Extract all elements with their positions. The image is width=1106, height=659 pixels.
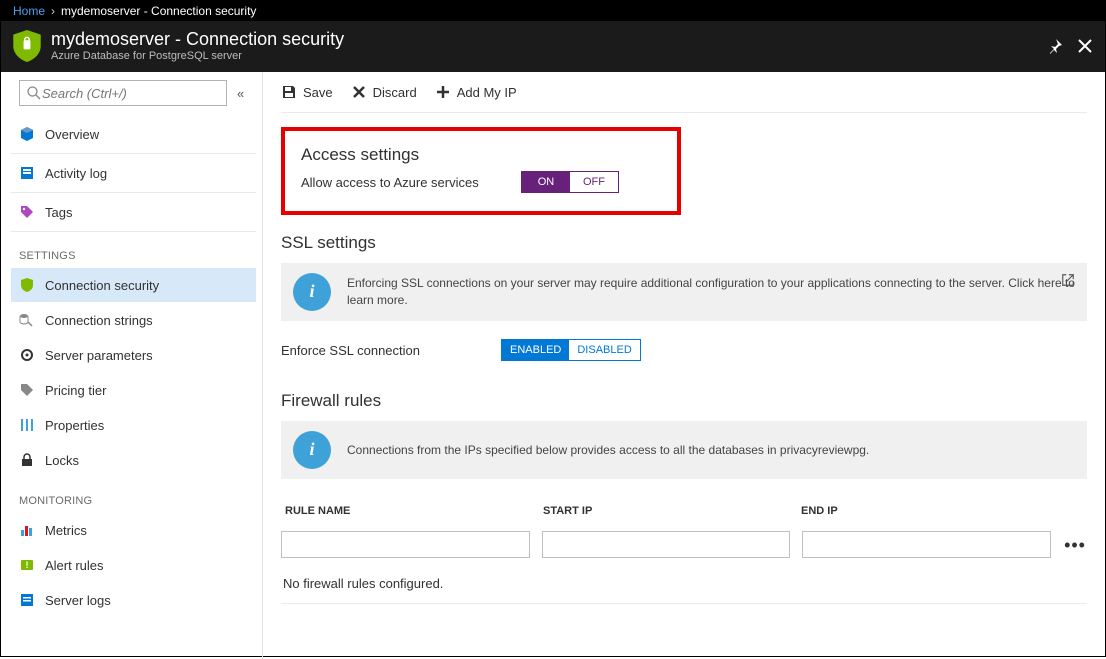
sidebar-item-server-parameters[interactable]: Server parameters (11, 338, 256, 372)
breadcrumb-current: mydemoserver - Connection security (61, 4, 256, 18)
sidebar-item-locks[interactable]: Locks (11, 443, 256, 477)
sidebar: « Overview Activity log Tags SETTINGS Co… (1, 72, 263, 659)
firewall-empty-text: No firewall rules configured. (281, 564, 1087, 604)
sidebar-item-label: Locks (45, 453, 79, 468)
ssl-info-text: Enforcing SSL connections on your server… (347, 275, 1075, 309)
page-title: mydemoserver - Connection security (51, 29, 1047, 50)
chart-icon (19, 522, 35, 538)
save-icon (281, 84, 297, 100)
row-more-button[interactable]: ••• (1063, 540, 1087, 550)
sidebar-item-label: Pricing tier (45, 383, 106, 398)
sidebar-item-activity-log[interactable]: Activity log (11, 156, 256, 190)
alert-icon: ! (19, 557, 35, 573)
firewall-table-head: RULE NAME START IP END IP (281, 497, 1087, 525)
col-end-ip: END IP (801, 505, 1059, 517)
discard-icon (351, 84, 367, 100)
page-subtitle: Azure Database for PostgreSQL server (51, 50, 1047, 62)
gear-icon (19, 347, 35, 363)
chevron-right-icon: › (51, 4, 55, 18)
access-toggle-off[interactable]: OFF (570, 172, 618, 192)
firewall-title: Firewall rules (281, 391, 1087, 411)
sidebar-item-label: Overview (45, 127, 99, 142)
sidebar-item-tags[interactable]: Tags (11, 195, 256, 229)
ssl-settings-title: SSL settings (281, 233, 1087, 253)
sidebar-item-server-logs[interactable]: Server logs (11, 583, 256, 617)
end-ip-input[interactable] (802, 531, 1051, 558)
sidebar-item-connection-security[interactable]: Connection security (11, 268, 256, 302)
info-icon: i (293, 273, 331, 311)
logs-icon (19, 592, 35, 608)
cube-icon (19, 126, 35, 142)
col-start-ip: START IP (543, 505, 801, 517)
col-rule-name: RULE NAME (285, 505, 543, 517)
discard-button[interactable]: Discard (351, 84, 417, 100)
sidebar-section-settings: SETTINGS (19, 250, 248, 262)
sidebar-item-pricing-tier[interactable]: Pricing tier (11, 373, 256, 407)
main-content: Save Discard Add My IP Access settings A… (263, 72, 1105, 659)
lock-icon (19, 452, 35, 468)
sidebar-section-monitoring: MONITORING (19, 495, 248, 507)
sidebar-item-label: Connection security (45, 278, 159, 293)
access-settings-title: Access settings (301, 145, 661, 165)
breadcrumb: Home › mydemoserver - Connection securit… (1, 1, 1105, 21)
firewall-info-text: Connections from the IPs specified below… (347, 442, 1075, 459)
ssl-info-banner: i Enforcing SSL connections on your serv… (281, 263, 1087, 321)
collapse-sidebar-icon[interactable]: « (237, 86, 248, 101)
shield-icon (13, 30, 41, 62)
add-my-ip-button[interactable]: Add My IP (435, 84, 517, 100)
sidebar-item-alert-rules[interactable]: ! Alert rules (11, 548, 256, 582)
sidebar-item-label: Properties (45, 418, 104, 433)
toolbar: Save Discard Add My IP (281, 72, 1087, 113)
search-container (19, 80, 227, 106)
breadcrumb-home[interactable]: Home (13, 4, 45, 18)
start-ip-input[interactable] (542, 531, 791, 558)
info-icon: i (293, 431, 331, 469)
rule-name-input[interactable] (281, 531, 530, 558)
ssl-toggle-enabled[interactable]: ENABLED (502, 340, 569, 360)
ssl-toggle-disabled[interactable]: DISABLED (569, 340, 639, 360)
access-toggle-on[interactable]: ON (522, 172, 570, 192)
access-label: Allow access to Azure services (301, 175, 491, 190)
log-icon (19, 165, 35, 181)
db-link-icon (19, 312, 35, 328)
svg-text:!: ! (26, 560, 29, 570)
sidebar-item-properties[interactable]: Properties (11, 408, 256, 442)
search-input[interactable] (42, 86, 220, 101)
access-settings-highlight: Access settings Allow access to Azure se… (281, 127, 681, 215)
save-button[interactable]: Save (281, 84, 333, 100)
tag-icon (19, 204, 35, 220)
close-icon[interactable] (1077, 38, 1093, 54)
sliders-icon (19, 417, 35, 433)
sidebar-item-label: Tags (45, 205, 72, 220)
sidebar-item-label: Activity log (45, 166, 107, 181)
sidebar-item-metrics[interactable]: Metrics (11, 513, 256, 547)
ssl-toggle[interactable]: ENABLED DISABLED (501, 339, 641, 361)
search-icon (26, 85, 42, 101)
pricing-icon (19, 382, 35, 398)
sidebar-item-label: Metrics (45, 523, 87, 538)
page-header: mydemoserver - Connection security Azure… (1, 21, 1105, 72)
shield-small-icon (19, 277, 35, 293)
pin-icon[interactable] (1047, 38, 1063, 54)
sidebar-item-label: Server logs (45, 593, 111, 608)
ssl-label: Enforce SSL connection (281, 343, 471, 358)
sidebar-item-label: Server parameters (45, 348, 153, 363)
access-toggle[interactable]: ON OFF (521, 171, 619, 193)
external-link-icon[interactable] (1061, 273, 1075, 287)
plus-icon (435, 84, 451, 100)
firewall-table: RULE NAME START IP END IP ••• No firewal… (281, 497, 1087, 604)
sidebar-item-overview[interactable]: Overview (11, 117, 256, 151)
sidebar-item-label: Alert rules (45, 558, 104, 573)
firewall-info-banner: i Connections from the IPs specified bel… (281, 421, 1087, 479)
sidebar-item-connection-strings[interactable]: Connection strings (11, 303, 256, 337)
firewall-new-row: ••• (281, 525, 1087, 564)
sidebar-item-label: Connection strings (45, 313, 153, 328)
